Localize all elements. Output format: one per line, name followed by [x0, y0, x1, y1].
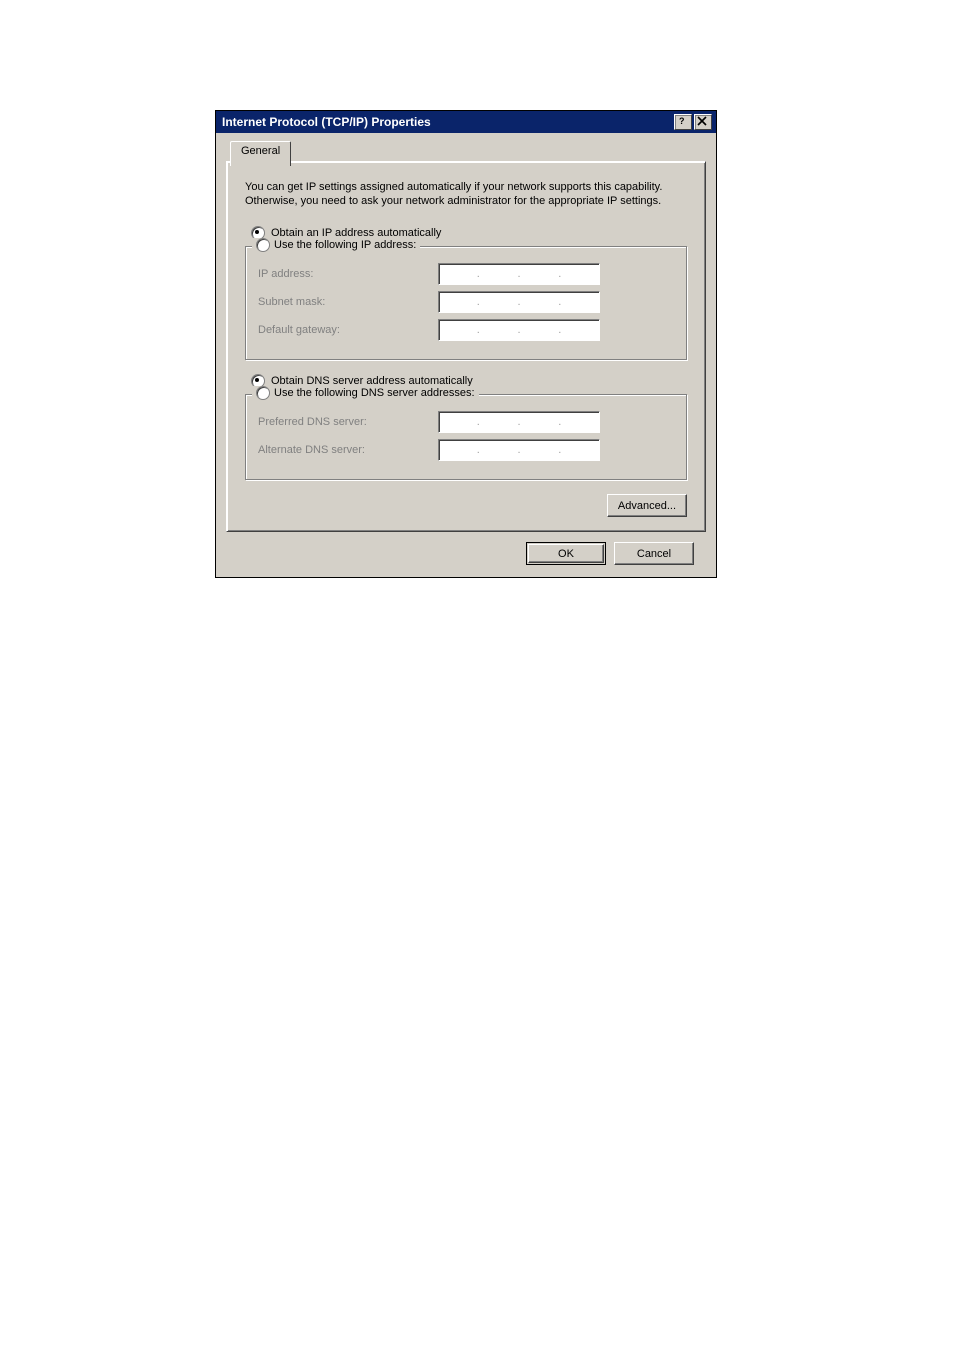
- input-preferred-dns[interactable]: . . .: [438, 411, 600, 433]
- group-dns-manual: Use the following DNS server addresses: …: [245, 394, 687, 480]
- tab-general[interactable]: General: [230, 141, 291, 166]
- radio-ip-manual-label: Use the following IP address:: [274, 239, 416, 251]
- tabstrip: General: [226, 141, 706, 162]
- label-alternate-dns: Alternate DNS server:: [258, 444, 438, 456]
- advanced-row: Advanced...: [245, 494, 687, 517]
- input-subnet-mask[interactable]: . . .: [438, 291, 600, 313]
- input-alternate-dns[interactable]: . . .: [438, 439, 600, 461]
- dialog-body: General You can get IP settings assigned…: [216, 133, 716, 577]
- group-ip-manual: Use the following IP address: IP address…: [245, 246, 687, 360]
- tab-panel-general: You can get IP settings assigned automat…: [226, 161, 706, 532]
- ok-button-frame: OK: [526, 542, 606, 565]
- window-title: Internet Protocol (TCP/IP) Properties: [222, 115, 431, 129]
- window-controls: ?: [672, 114, 712, 130]
- field-preferred-dns: Preferred DNS server: . . .: [258, 411, 674, 433]
- advanced-button[interactable]: Advanced...: [607, 494, 687, 517]
- radio-dns-manual[interactable]: [256, 386, 270, 400]
- help-icon: ?: [677, 116, 687, 126]
- radio-ip-manual[interactable]: [256, 238, 270, 252]
- radio-dns-manual-label: Use the following DNS server addresses:: [274, 387, 475, 399]
- field-subnet-mask: Subnet mask: . . .: [258, 291, 674, 313]
- radio-dns-manual-row[interactable]: Use the following DNS server addresses:: [252, 386, 479, 400]
- input-default-gateway[interactable]: . . .: [438, 319, 600, 341]
- svg-text:?: ?: [679, 116, 685, 126]
- field-default-gateway: Default gateway: . . .: [258, 319, 674, 341]
- label-subnet-mask: Subnet mask:: [258, 296, 438, 308]
- close-button[interactable]: [694, 114, 712, 130]
- titlebar: Internet Protocol (TCP/IP) Properties ?: [216, 111, 716, 133]
- radio-ip-manual-row[interactable]: Use the following IP address:: [252, 238, 420, 252]
- input-ip-address[interactable]: . . .: [438, 263, 600, 285]
- field-alternate-dns: Alternate DNS server: . . .: [258, 439, 674, 461]
- label-preferred-dns: Preferred DNS server:: [258, 416, 438, 428]
- ok-button[interactable]: OK: [528, 544, 604, 563]
- field-ip-address: IP address: . . .: [258, 263, 674, 285]
- dialog-window: Internet Protocol (TCP/IP) Properties ? …: [215, 110, 717, 578]
- close-icon: [697, 116, 707, 126]
- label-default-gateway: Default gateway:: [258, 324, 438, 336]
- dialog-buttons: OK Cancel: [226, 532, 706, 565]
- cancel-button[interactable]: Cancel: [614, 542, 694, 565]
- description-text: You can get IP settings assigned automat…: [245, 180, 687, 208]
- help-button[interactable]: ?: [674, 114, 692, 130]
- label-ip-address: IP address:: [258, 268, 438, 280]
